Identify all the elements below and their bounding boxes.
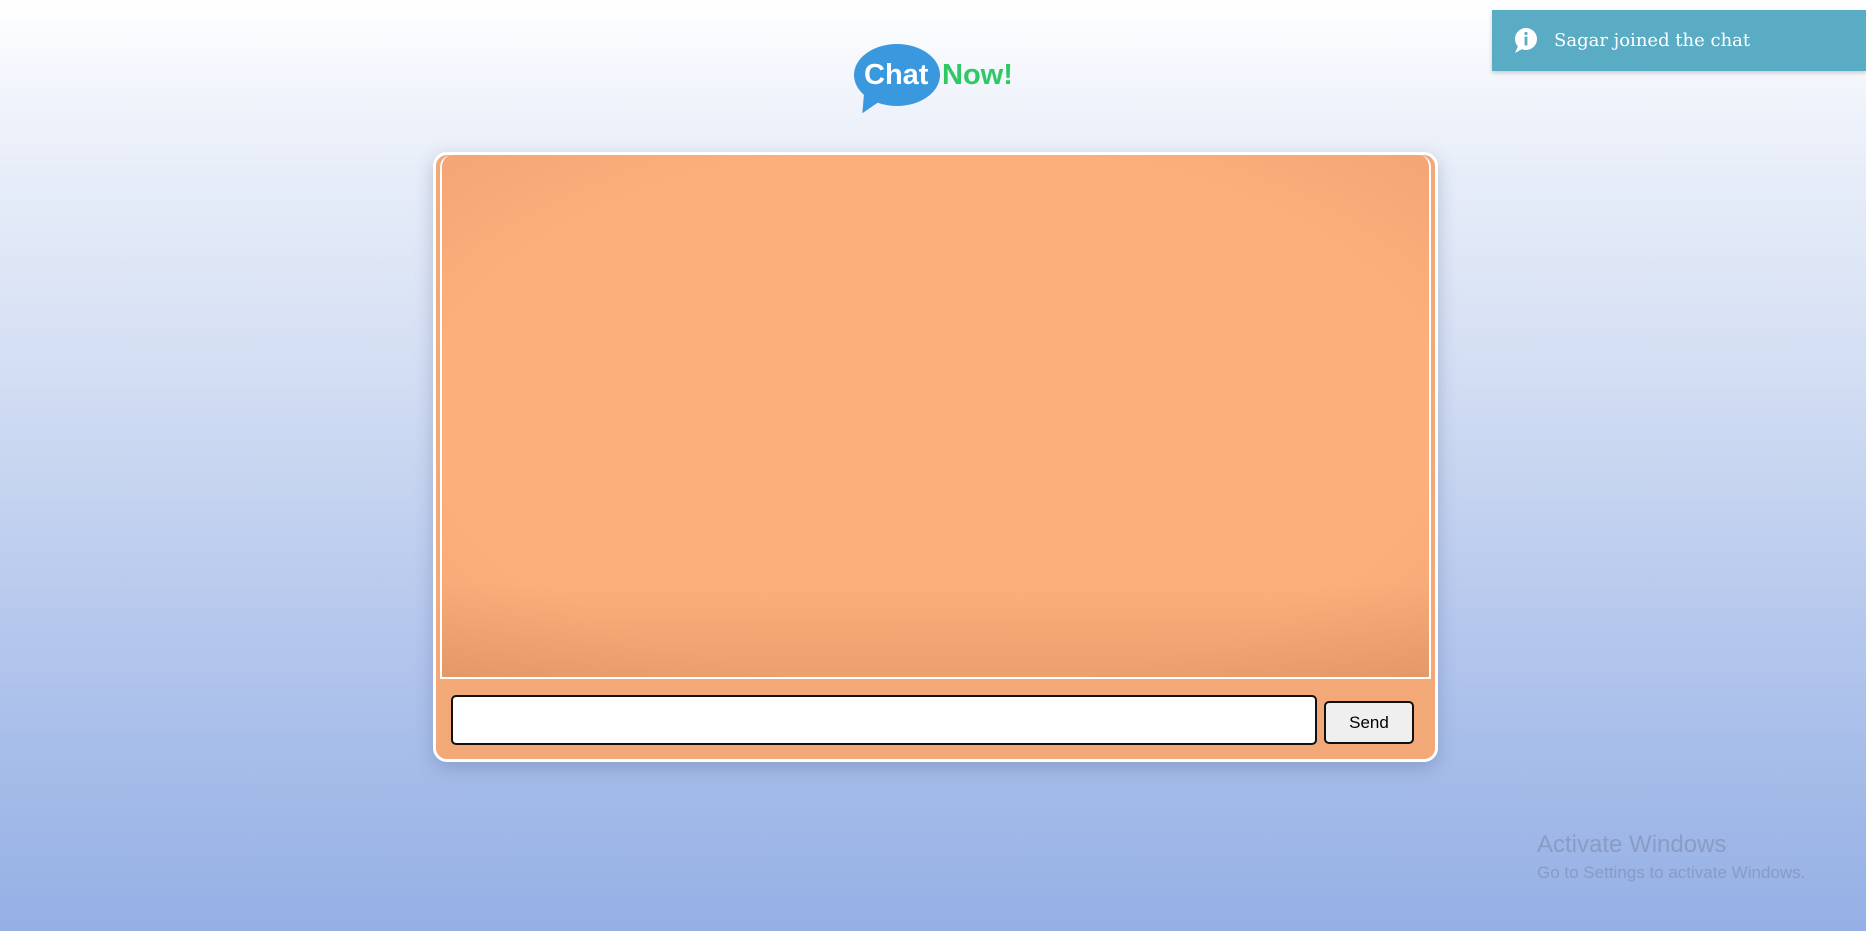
chatnow-logo: Chat Now!	[854, 44, 1024, 120]
chat-window: Send	[433, 152, 1438, 762]
logo-now-text: Now!	[942, 59, 1013, 91]
message-input[interactable]	[451, 695, 1317, 745]
message-input-bar: Send	[436, 681, 1435, 759]
activate-windows-watermark: Activate Windows Go to Settings to activ…	[1537, 830, 1805, 884]
info-icon	[1515, 28, 1537, 53]
watermark-subtitle: Go to Settings to activate Windows.	[1537, 863, 1806, 882]
watermark-title: Activate Windows	[1537, 831, 1727, 858]
send-button[interactable]: Send	[1324, 701, 1414, 744]
join-notification-toast: Sagar joined the chat	[1492, 10, 1866, 71]
logo-chat-text: Chat	[864, 59, 929, 91]
toast-message: Sagar joined the chat	[1554, 30, 1751, 51]
message-area[interactable]	[440, 155, 1431, 679]
